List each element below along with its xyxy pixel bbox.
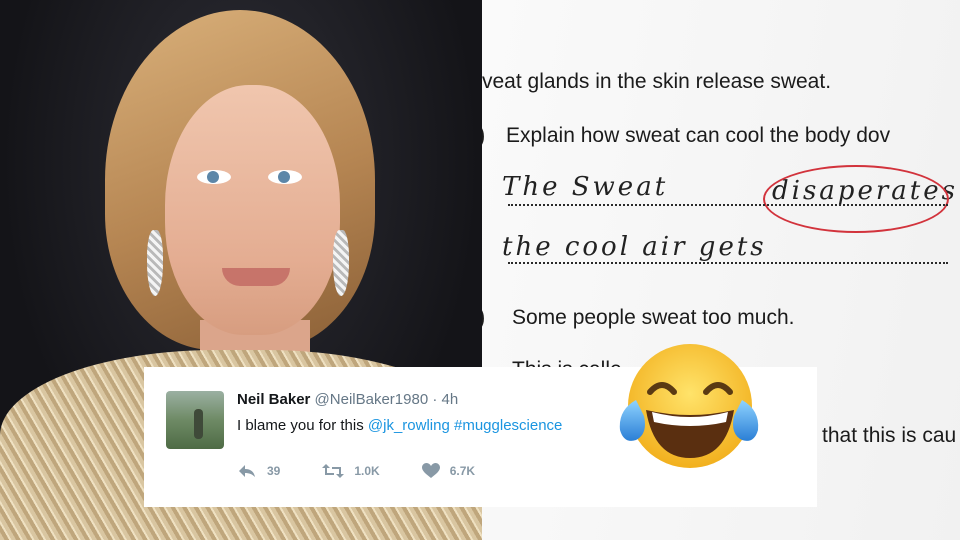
handwriting-answer-2: the cool air gets xyxy=(502,232,767,262)
mention-link[interactable]: @jk_rowling xyxy=(368,417,450,434)
avatar[interactable] xyxy=(166,391,224,449)
worksheet-line-1: veat glands in the skin release sweat. xyxy=(482,70,832,93)
reply-button[interactable]: 39 xyxy=(237,463,280,479)
photo-left-earring xyxy=(147,230,163,296)
hashtag-link[interactable]: #mugglescience xyxy=(454,417,562,434)
separator: · xyxy=(432,391,438,408)
timestamp[interactable]: 4h xyxy=(442,391,459,408)
red-correction-circle xyxy=(763,165,949,233)
retweet-button[interactable]: 1.0K xyxy=(322,463,380,479)
retweet-count: 1.0K xyxy=(354,464,380,478)
worksheet-line-5: that this is cau xyxy=(822,424,957,447)
retweet-icon xyxy=(322,464,345,478)
tweet-text-plain: I blame you for this xyxy=(237,417,368,434)
photo-left-eye xyxy=(197,170,231,184)
question-number-2: ) xyxy=(482,306,485,330)
heart-icon xyxy=(421,463,440,478)
reply-icon xyxy=(239,465,255,477)
tweet-header: Neil Baker @NeilBaker1980 · 4h xyxy=(237,391,458,408)
like-button[interactable]: 6.7K xyxy=(421,463,476,479)
question-2-text: Some people sweat too much. xyxy=(512,306,795,329)
like-count: 6.7K xyxy=(449,464,476,478)
question-number-1: ) xyxy=(482,124,485,148)
tweet-actions: 39 1.0K 6.7K xyxy=(237,463,517,479)
photo-right-earring xyxy=(333,230,349,296)
reply-count: 39 xyxy=(267,464,281,478)
tears-of-joy-emoji xyxy=(619,344,759,468)
photo-lips xyxy=(222,268,290,286)
photo-right-eye xyxy=(268,170,302,184)
user-handle[interactable]: @NeilBaker1980 xyxy=(315,391,429,408)
tweet-text: I blame you for this @jk_rowling #muggle… xyxy=(237,417,562,434)
display-name[interactable]: Neil Baker xyxy=(237,391,310,408)
handwriting-answer-1: The Sweat xyxy=(502,172,669,202)
photo-face xyxy=(165,85,340,335)
answer-line-1 xyxy=(508,204,948,206)
answer-line-2 xyxy=(508,262,948,264)
question-1-text: Explain how sweat can cool the body dov xyxy=(506,124,891,147)
